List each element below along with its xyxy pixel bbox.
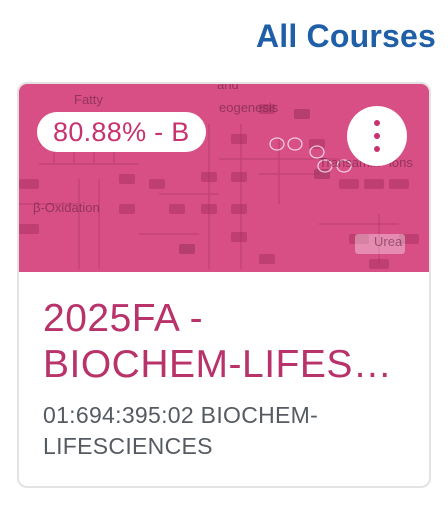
course-title[interactable]: 2025FA - BIOCHEM-LIFES… bbox=[43, 296, 405, 388]
gluconeogenesis-label: eogenesis bbox=[219, 100, 279, 115]
course-code-line: 01:694:395:02 BIOCHEM- bbox=[43, 402, 319, 428]
course-code-line: LIFESCIENCES bbox=[43, 433, 213, 459]
course-title-line: BIOCHEM-LIFES… bbox=[43, 343, 393, 386]
course-image[interactable]: Fatty and eogenesis β-Oxidation Transami… bbox=[19, 84, 429, 272]
course-card[interactable]: Fatty and eogenesis β-Oxidation Transami… bbox=[17, 82, 431, 488]
urea-label: Urea bbox=[374, 234, 403, 249]
and-label: and bbox=[217, 84, 239, 92]
grade-badge: 80.88% - B bbox=[37, 112, 206, 152]
all-courses-link[interactable]: All Courses bbox=[256, 18, 436, 55]
course-title-line: 2025FA - bbox=[43, 297, 204, 340]
beta-oxidation-label: β-Oxidation bbox=[33, 200, 100, 215]
course-options-button[interactable] bbox=[347, 106, 407, 166]
fatty-label: Fatty bbox=[74, 92, 103, 107]
course-code: 01:694:395:02 BIOCHEM- LIFESCIENCES bbox=[43, 400, 403, 462]
